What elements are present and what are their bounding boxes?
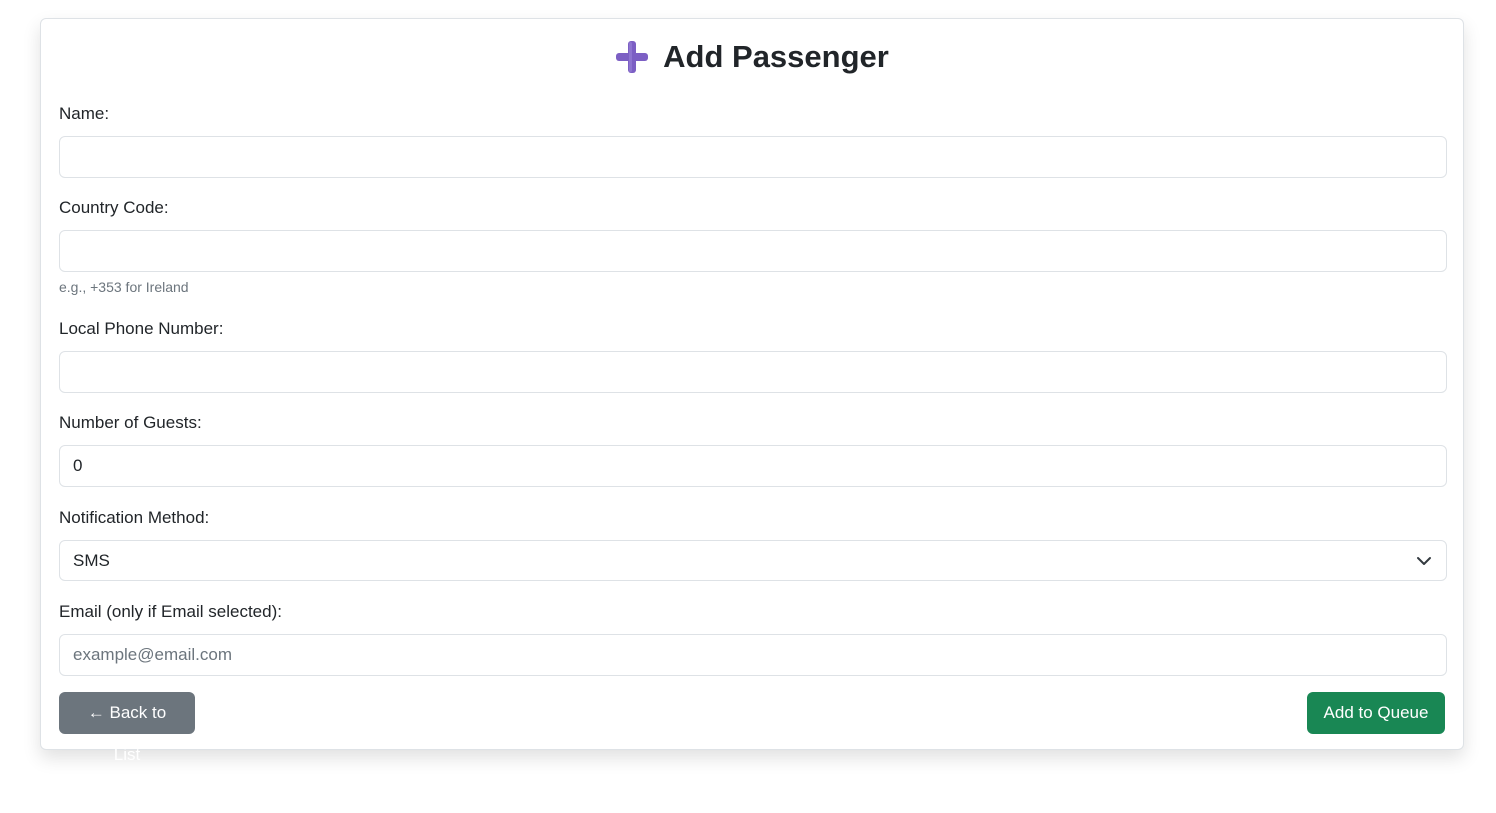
- plus-icon: [615, 40, 649, 74]
- country-code-field-group: Country Code: e.g., +353 for Ireland: [59, 197, 1447, 296]
- notification-field-group: Notification Method: SMS: [59, 507, 1447, 581]
- guests-field-group: Number of Guests:: [59, 412, 1447, 487]
- add-passenger-card: Add Passenger Name: Country Code: e.g., …: [40, 18, 1464, 764]
- chevron-down-icon: [1416, 554, 1432, 568]
- country-code-help-text: e.g., +353 for Ireland: [59, 279, 189, 295]
- name-input[interactable]: [59, 136, 1447, 178]
- notification-label: Notification Method:: [59, 508, 210, 527]
- country-code-label: Country Code:: [59, 198, 169, 217]
- email-input[interactable]: [59, 634, 1447, 676]
- page-title: Add Passenger: [663, 39, 889, 74]
- email-field-group: Email (only if Email selected):: [59, 601, 1447, 676]
- guests-label: Number of Guests:: [59, 413, 202, 432]
- notification-selected-value: SMS: [73, 551, 110, 570]
- add-to-queue-button[interactable]: Add to Queue: [1307, 692, 1445, 734]
- notification-select[interactable]: SMS: [59, 540, 1447, 581]
- page-header: Add Passenger: [41, 37, 1463, 77]
- email-label: Email (only if Email selected):: [59, 602, 282, 621]
- local-phone-input[interactable]: [59, 351, 1447, 393]
- country-code-input[interactable]: [59, 230, 1447, 272]
- back-to-list-button[interactable]: ← Back to List: [59, 692, 195, 764]
- name-field-group: Name:: [59, 103, 1447, 178]
- name-label: Name:: [59, 104, 110, 123]
- guests-input[interactable]: [59, 445, 1447, 487]
- local-phone-label: Local Phone Number:: [59, 319, 224, 338]
- local-phone-field-group: Local Phone Number:: [59, 318, 1447, 393]
